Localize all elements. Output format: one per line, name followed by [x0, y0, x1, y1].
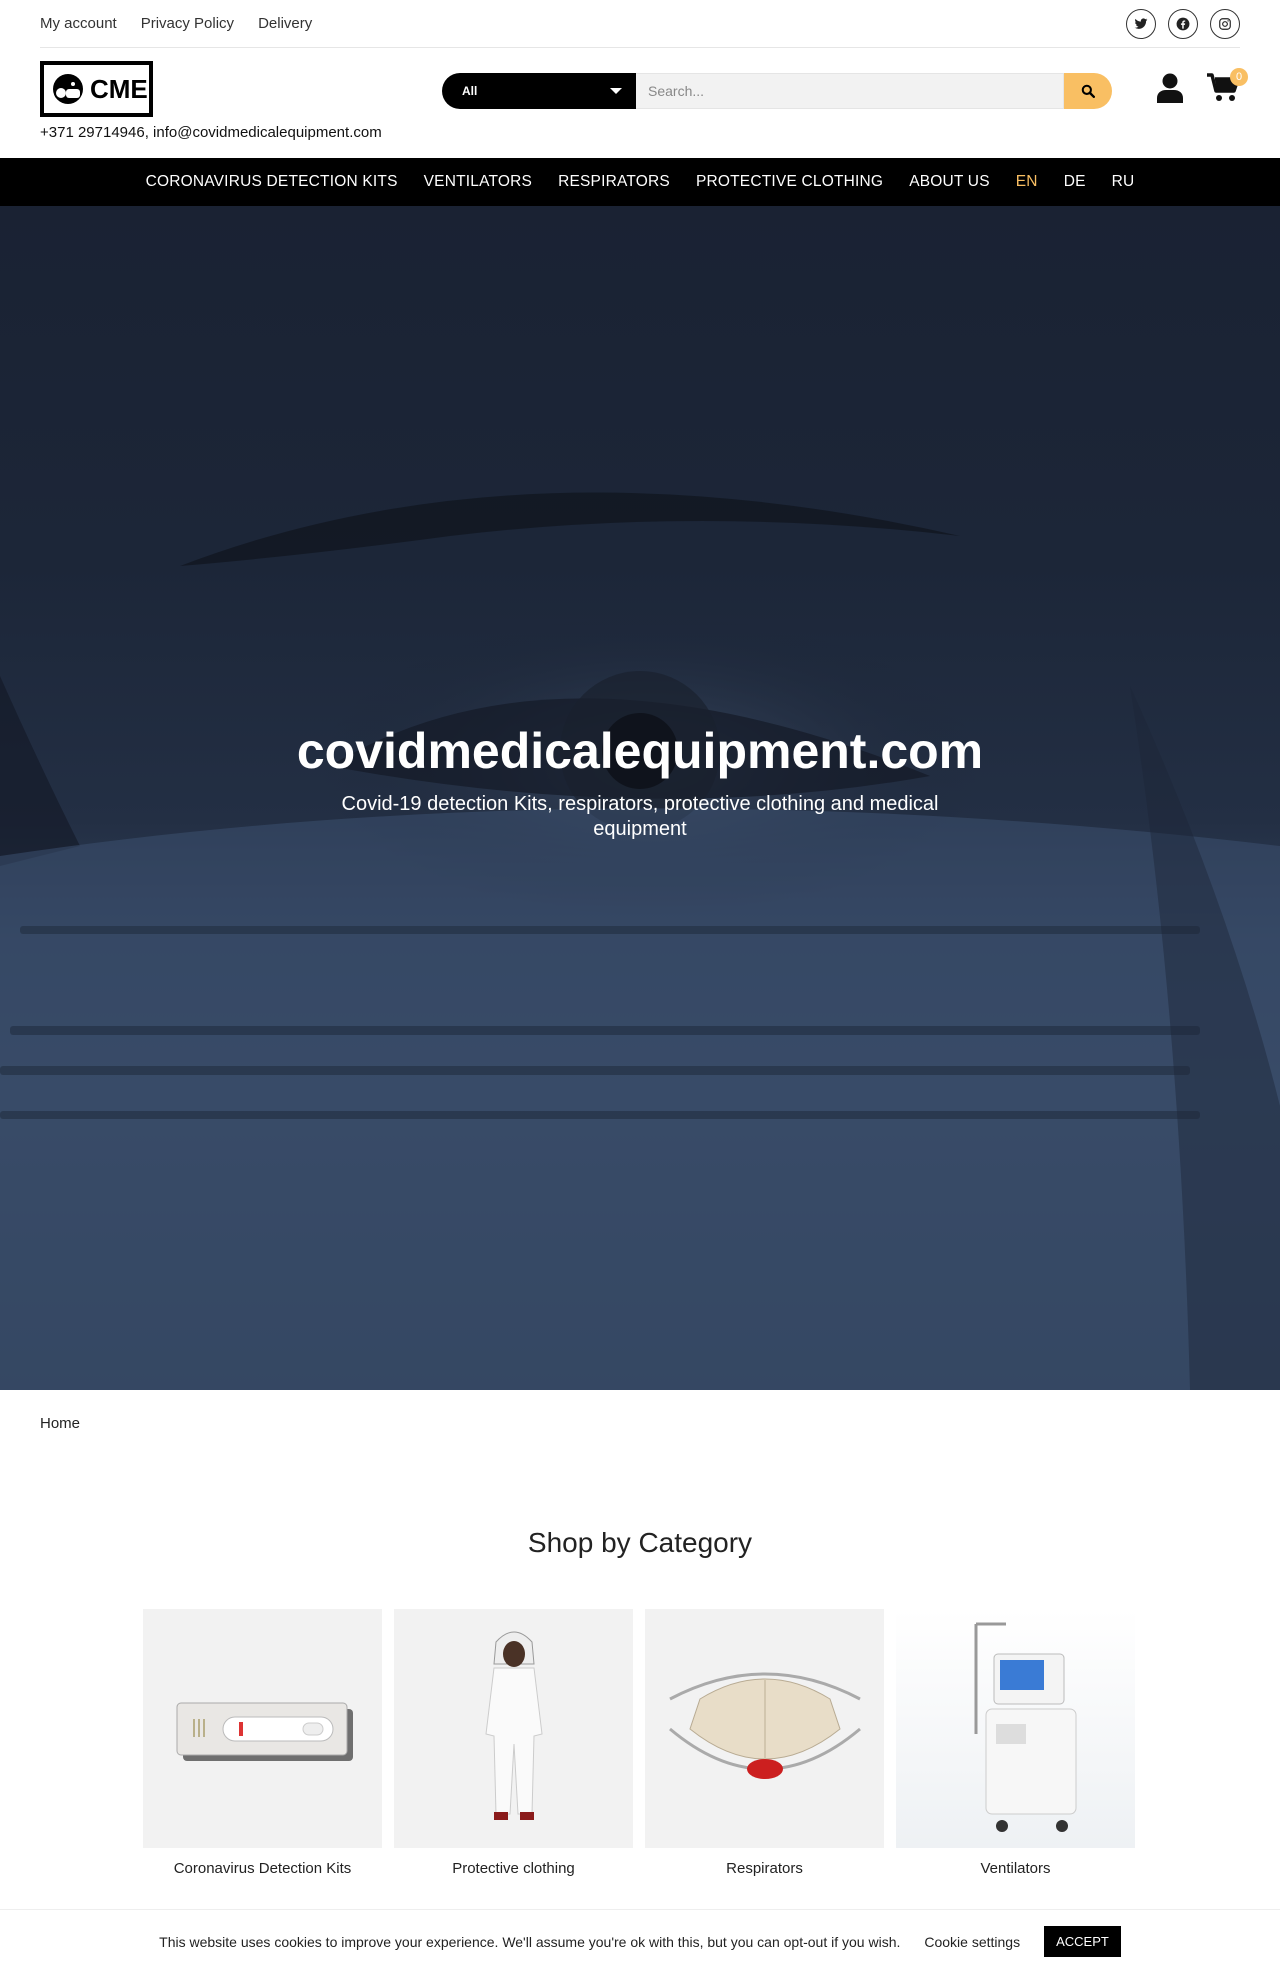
shop-by-category-title: Shop by Category: [527, 1527, 753, 1558]
header: CME +371 29714946, info@covidmedicalequi…: [40, 48, 1248, 158]
logo-text: CME: [90, 73, 148, 104]
breadcrumb[interactable]: Home: [40, 1415, 80, 1432]
category-label: Protective clothing: [452, 1860, 575, 1877]
category-card-ventilators[interactable]: Ventilators: [896, 1609, 1135, 1877]
category-label: Coronavirus Detection Kits: [173, 1860, 352, 1877]
nav-item-coronavirus-detection-kits[interactable]: CORONAVIRUS DETECTION KITS: [146, 173, 398, 191]
nav-item-lang-ru[interactable]: RU: [1112, 173, 1135, 191]
nav-item-protective-clothing[interactable]: PROTECTIVE CLOTHING: [696, 173, 883, 191]
respirator-image: [645, 1609, 884, 1848]
category-label: Respirators: [726, 1860, 803, 1877]
privacy-policy-link[interactable]: Privacy Policy: [141, 15, 234, 32]
twitter-icon[interactable]: [1126, 8, 1156, 39]
facebook-icon[interactable]: [1168, 8, 1198, 39]
nav-item-about-us[interactable]: ABOUT US: [909, 173, 990, 191]
search-input[interactable]: Search...: [636, 73, 1064, 109]
my-account-link[interactable]: My account: [40, 15, 117, 32]
hero-banner: covidmedicalequipment.com Covid-19 detec…: [0, 206, 1280, 1390]
category-card-detection-kits[interactable]: Coronavirus Detection Kits: [143, 1609, 382, 1877]
ventilator-image: [896, 1609, 1135, 1848]
contact-info: +371 29714946, info@covidmedicalequipmen…: [40, 124, 382, 141]
search-bar: All Search...: [442, 73, 1112, 109]
detection-kit-image: [143, 1609, 382, 1848]
hero-subtitle: Covid-19 detection Kits, respirators, pr…: [341, 793, 939, 840]
category-label: Ventilators: [980, 1860, 1051, 1877]
nav-item-respirators[interactable]: RESPIRATORS: [558, 173, 670, 191]
cookie-accept-button[interactable]: ACCEPT: [1044, 1926, 1121, 1957]
top-links: My account Privacy Policy Delivery: [40, 15, 312, 32]
user-account-icon[interactable]: [1157, 73, 1183, 108]
logo[interactable]: CME: [40, 61, 153, 117]
search-category-select[interactable]: All: [442, 73, 636, 109]
nav-item-ventilators[interactable]: VENTILATORS: [424, 173, 532, 191]
category-card-respirators[interactable]: Respirators: [645, 1609, 884, 1877]
protective-clothing-image: [394, 1609, 633, 1848]
cookie-settings-link[interactable]: Cookie settings: [924, 1934, 1020, 1950]
doctor-mask-icon: [53, 74, 83, 104]
delivery-link[interactable]: Delivery: [258, 15, 312, 32]
social-links: [1126, 8, 1240, 39]
top-bar: My account Privacy Policy Delivery: [40, 0, 1240, 48]
cookie-banner: This website uses cookies to improve you…: [0, 1909, 1280, 1973]
cookie-message: This website uses cookies to improve you…: [159, 1933, 901, 1950]
nav-item-lang-en[interactable]: EN: [1016, 173, 1038, 191]
search-icon: [1081, 84, 1095, 98]
hero-title: covidmedicalequipment.com: [296, 723, 984, 779]
cart-count-badge: 0: [1230, 68, 1248, 86]
chevron-down-icon: [610, 88, 622, 94]
search-category-value: All: [462, 84, 478, 98]
search-button[interactable]: [1064, 73, 1112, 109]
main-nav: CORONAVIRUS DETECTION KITS VENTILATORS R…: [0, 158, 1280, 206]
category-card-protective-clothing[interactable]: Protective clothing: [394, 1609, 633, 1877]
category-grid: Coronavirus Detection Kits Protective cl…: [143, 1609, 1135, 1877]
instagram-icon[interactable]: [1210, 8, 1240, 39]
nav-item-lang-de[interactable]: DE: [1064, 173, 1086, 191]
